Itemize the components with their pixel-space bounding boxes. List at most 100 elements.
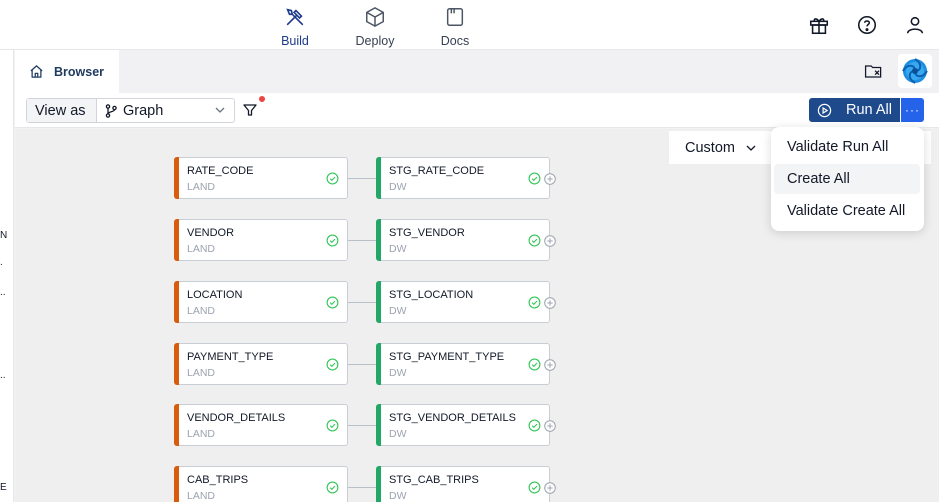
run-all-more-button[interactable]: ··· (901, 98, 924, 122)
notification-dot (259, 96, 265, 102)
app-logo[interactable] (898, 54, 932, 88)
nav-deploy-label: Deploy (355, 34, 395, 48)
node-type: DW (389, 305, 407, 317)
chevron-down-icon (746, 145, 756, 151)
view-as-select[interactable]: Graph (97, 99, 234, 122)
view-as-control: View as Graph (26, 98, 235, 123)
build-tools-icon (286, 8, 304, 26)
top-navigation-bar: Build Deploy Docs (0, 0, 939, 50)
source-node[interactable]: VENDOR LAND (174, 219, 348, 261)
node-name: STG_PAYMENT_TYPE (389, 351, 505, 363)
check-circle-icon (326, 481, 339, 494)
add-node-plus-icon[interactable] (544, 296, 556, 309)
node-type-bar (376, 281, 381, 323)
node-name: STG_CAB_TRIPS (389, 474, 479, 486)
target-node[interactable]: STG_LOCATION DW (376, 281, 550, 323)
left-panel-text: .. (0, 287, 6, 298)
graph-edge (348, 240, 376, 241)
source-node[interactable]: VENDOR_DETAILS LAND (174, 404, 348, 446)
menu-validate-create-all[interactable]: Validate Create All (774, 196, 920, 226)
nav-docs-label: Docs (440, 34, 470, 48)
node-type-bar (376, 404, 381, 446)
home-icon (30, 65, 43, 78)
left-panel-edge: N . .. .. E (0, 50, 14, 502)
source-node[interactable]: LOCATION LAND (174, 281, 348, 323)
node-type-bar (376, 466, 381, 502)
run-all-menu: Validate Run All Create All Validate Cre… (771, 127, 924, 231)
nav-docs[interactable]: Docs (420, 6, 490, 48)
branch-icon (105, 103, 117, 118)
node-name: STG_LOCATION (389, 289, 474, 301)
node-type: DW (389, 243, 407, 255)
run-all-label: Run All (846, 102, 892, 118)
check-circle-icon (528, 419, 541, 432)
menu-validate-run-all[interactable]: Validate Run All (774, 132, 920, 162)
check-circle-icon (528, 172, 541, 185)
left-panel-text: . (0, 257, 3, 268)
check-circle-icon (326, 358, 339, 371)
nav-build-label: Build (281, 34, 309, 48)
tab-browser-label: Browser (54, 64, 105, 79)
node-type: LAND (187, 428, 216, 440)
add-node-plus-icon[interactable] (544, 481, 556, 494)
spiral-logo-icon (902, 58, 928, 84)
source-node[interactable]: PAYMENT_TYPE LAND (174, 343, 348, 385)
target-node[interactable]: STG_VENDOR DW (376, 219, 550, 261)
check-circle-icon (326, 172, 339, 185)
nav-deploy[interactable]: Deploy (340, 6, 410, 48)
tab-browser[interactable]: Browser (15, 50, 119, 93)
folder-close-icon[interactable] (864, 62, 883, 81)
filter-icon[interactable] (242, 102, 258, 118)
add-node-plus-icon[interactable] (544, 358, 556, 371)
node-type-bar (174, 404, 179, 446)
target-node[interactable]: STG_CAB_TRIPS DW (376, 466, 550, 502)
node-type-bar (174, 157, 179, 199)
gift-icon[interactable] (808, 14, 830, 36)
chevron-down-icon (215, 107, 225, 113)
check-circle-icon (528, 481, 541, 494)
tab-row: Browser (15, 50, 939, 93)
check-circle-icon (528, 358, 541, 371)
menu-create-all[interactable]: Create All (774, 164, 920, 194)
graph-toolbar: View as Graph Run All ··· (15, 93, 939, 128)
node-type: LAND (187, 490, 216, 502)
node-type-bar (376, 219, 381, 261)
graph-edge (348, 178, 376, 179)
add-node-plus-icon[interactable] (544, 234, 556, 247)
graph-edge (348, 425, 376, 426)
source-node[interactable]: CAB_TRIPS LAND (174, 466, 348, 502)
node-type: DW (389, 367, 407, 379)
node-type: LAND (187, 367, 216, 379)
target-node[interactable]: STG_PAYMENT_TYPE DW (376, 343, 550, 385)
user-icon[interactable] (904, 14, 926, 36)
node-name: STG_VENDOR (389, 227, 465, 239)
check-circle-icon (326, 234, 339, 247)
node-name: CAB_TRIPS (187, 474, 249, 486)
nav-build[interactable]: Build (260, 6, 330, 48)
node-name: LOCATION (187, 289, 243, 301)
add-node-plus-icon[interactable] (544, 172, 556, 185)
node-type: LAND (187, 243, 216, 255)
help-icon[interactable] (856, 14, 878, 36)
node-name: PAYMENT_TYPE (187, 351, 274, 363)
add-node-plus-icon[interactable] (544, 419, 556, 432)
target-node[interactable]: STG_VENDOR_DETAILS DW (376, 404, 550, 446)
node-name: VENDOR (187, 227, 235, 239)
left-panel-text: .. (0, 370, 6, 381)
node-type-bar (174, 281, 179, 323)
node-type: LAND (187, 305, 216, 317)
node-name: STG_VENDOR_DETAILS (389, 412, 516, 424)
node-name: VENDOR_DETAILS (187, 412, 286, 424)
target-node[interactable]: STG_RATE_CODE DW (376, 157, 550, 199)
view-as-value: Graph (123, 102, 164, 119)
run-all-button[interactable]: Run All (809, 98, 900, 122)
node-type-bar (174, 466, 179, 502)
check-circle-icon (326, 296, 339, 309)
node-type-bar (376, 343, 381, 385)
node-type: DW (389, 428, 407, 440)
graph-edge (348, 364, 376, 365)
node-type: LAND (187, 181, 216, 193)
view-as-label: View as (27, 99, 97, 122)
node-name: RATE_CODE (187, 165, 254, 177)
source-node[interactable]: RATE_CODE LAND (174, 157, 348, 199)
